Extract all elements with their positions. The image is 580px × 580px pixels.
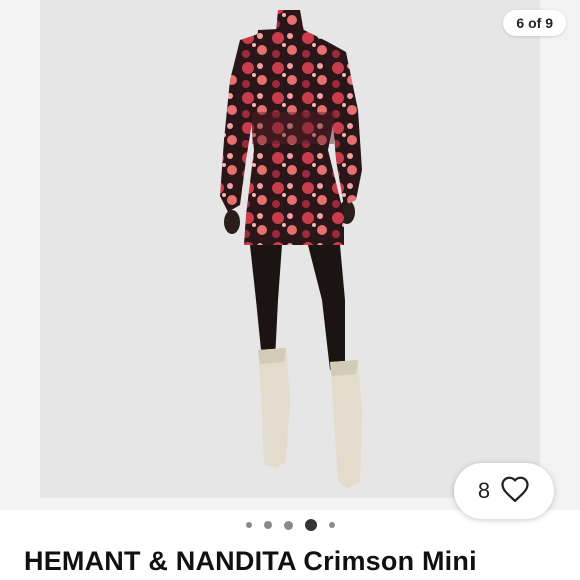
carousel-dot[interactable] bbox=[263, 521, 272, 529]
listing-title: HEMANT & NANDITA Crimson Mini bbox=[24, 546, 477, 576]
heart-icon bbox=[500, 475, 530, 508]
image-counter-badge: 6 of 9 bbox=[503, 10, 566, 36]
carousel-dot[interactable] bbox=[283, 520, 293, 530]
product-photo bbox=[220, 10, 362, 488]
carousel-dot[interactable] bbox=[328, 522, 335, 528]
carousel-dot-active[interactable] bbox=[304, 519, 317, 531]
carousel-dot[interactable] bbox=[245, 522, 252, 528]
carousel-pagination bbox=[0, 518, 580, 532]
like-button[interactable]: 8 bbox=[454, 463, 554, 519]
product-photo-carousel[interactable]: 6 of 9 bbox=[0, 0, 580, 510]
like-count: 8 bbox=[477, 478, 491, 503]
